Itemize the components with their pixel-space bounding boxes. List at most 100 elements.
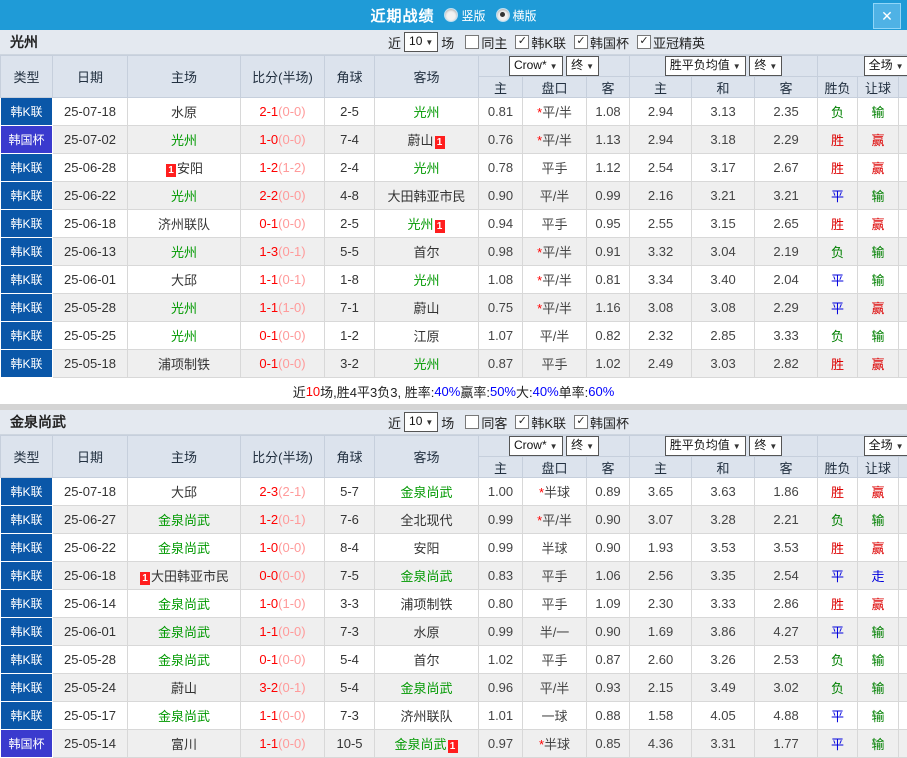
home-team-cell: 1安阳 [128,154,241,182]
avg-final-select-value: 终 [754,438,766,452]
close-button[interactable]: ✕ [873,3,901,29]
result-handicap: 输 [858,98,899,126]
team-label: 蔚山 [407,133,433,148]
odds-value: 平/半 [540,329,570,344]
result-handicap: 输 [858,702,899,730]
away-team-cell: 水原 [375,618,479,646]
scope-select[interactable]: 全场▼ [864,436,907,456]
home-team-cell: 金泉尚武 [128,506,241,534]
team-label: 首尔 [413,653,439,668]
halftime-score: (0-1) [278,680,305,695]
avg-draw-odds: 3.21 [692,182,755,210]
checkbox-checked-icon[interactable]: ✓ [574,415,588,429]
avg-home-odds: 2.32 [630,322,692,350]
avg-final-select[interactable]: 终▼ [749,436,782,456]
checkbox-checked-icon[interactable]: ✓ [574,35,588,49]
handicap-line: *半球 [523,730,587,758]
filters: 近10▼场同主✓韩K联✓韩国杯✓亚冠精英 [385,32,705,52]
sub-column-header: 盘口 [523,457,587,478]
handicap-final-select[interactable]: 终▼ [566,436,599,456]
dropdown-arrow-icon: ▼ [733,442,741,451]
filter-check-0[interactable]: 同主 [457,33,507,52]
summary-part: 单率: [559,382,589,401]
home-team-cell: 浦项制铁 [128,350,241,378]
odds-value: 0.83 [488,568,513,583]
sub-column-header: 主 [479,77,523,98]
team-label: 大田韩亚市民 [151,569,229,584]
avg-draw-odds: 2.85 [692,322,755,350]
column-header: 角球 [325,56,375,98]
odds-value: 1.09 [595,596,620,611]
result-wdl: 负 [818,506,858,534]
result-goals: 小 [899,618,907,646]
score-cell: 2-1(0-0) [241,98,325,126]
checkbox-checked-icon[interactable]: ✓ [637,35,651,49]
match-count-select[interactable]: 10▼ [404,412,438,432]
odds-value: 0.87 [595,652,620,667]
team-label: 光州 [171,245,197,260]
odds-value: 1.00 [488,484,513,499]
fulltime-score: 0-1 [259,356,278,371]
bookmaker-select[interactable]: Crow*▼ [509,56,563,76]
column-header: 角球 [325,436,375,478]
result-handicap: 赢 [858,294,899,322]
checkbox-checked-icon[interactable]: ✓ [515,415,529,429]
avg-away-odds: 3.02 [755,674,818,702]
filter-check-2[interactable]: ✓韩国杯 [566,413,629,432]
avg-odds-select[interactable]: 胜平负均值▼ [665,436,746,456]
home-team-cell: 蔚山 [128,674,241,702]
avg-odds-select[interactable]: 胜平负均值▼ [665,56,746,76]
bookmaker-select[interactable]: Crow*▼ [509,436,563,456]
home-team-cell: 1大田韩亚市民 [128,562,241,590]
odds-value: 0.81 [488,104,513,119]
team-label: 大邱 [171,273,197,288]
dropdown-arrow-icon: ▼ [769,62,777,71]
avg-draw-odds: 3.53 [692,534,755,562]
corners-cell: 7-1 [325,294,375,322]
odds-value: 1.12 [595,160,620,175]
avg-final-select[interactable]: 终▼ [749,56,782,76]
filter-check-1[interactable]: ✓韩K联 [507,413,566,432]
filter-check-label: 同主 [481,33,507,52]
team-label: 江原 [413,329,439,344]
handicap-home-odds: 0.75 [479,294,523,322]
result-handicap: 赢 [858,534,899,562]
layout-option-vertical[interactable]: 竖版 [444,7,485,24]
filter-check-3[interactable]: ✓亚冠精英 [629,33,705,52]
avg-draw-odds: 3.33 [692,590,755,618]
checkbox-unchecked-icon[interactable] [465,35,479,49]
avg-draw-odds: 3.28 [692,506,755,534]
odds-value: 1.08 [595,104,620,119]
bookmaker-select-value: Crow* [514,438,547,452]
team-label: 金泉尚武 [394,737,446,752]
avg-odds-select-value: 胜平负均值 [670,438,730,452]
filter-check-label: 同客 [481,413,507,432]
layout-option-horizontal[interactable]: 横版 [496,7,537,24]
away-team-cell: 金泉尚武 [375,478,479,506]
date-cell: 25-05-28 [53,294,128,322]
odds-value: 0.91 [595,244,620,259]
radio-vertical-icon[interactable] [444,8,458,22]
filter-check-0[interactable]: 同客 [457,413,507,432]
filter-check-2[interactable]: ✓韩国杯 [566,33,629,52]
scope-select[interactable]: 全场▼ [864,56,907,76]
match-row: 韩K联25-05-18浦项制铁0-1(0-0)3-2光州0.87平手1.022.… [1,350,907,378]
handicap-line: *平/半 [523,126,587,154]
dropdown-arrow-icon: ▼ [586,442,594,451]
filter-check-1[interactable]: ✓韩K联 [507,33,566,52]
avg-draw-odds: 3.13 [692,98,755,126]
halftime-score: (0-0) [278,356,305,371]
home-team-cell: 大邱 [128,266,241,294]
column-header: 比分(半场) [241,436,325,478]
handicap-home-odds: 1.01 [479,702,523,730]
league-cell: 韩K联 [1,646,53,674]
panel-title: 近期战绩 [370,5,434,26]
league-cell: 韩K联 [1,294,53,322]
checkbox-unchecked-icon[interactable] [465,415,479,429]
halftime-score: (0-1) [278,244,305,259]
odds-value: 平手 [541,597,567,612]
checkbox-checked-icon[interactable]: ✓ [515,35,529,49]
match-count-select[interactable]: 10▼ [404,32,438,52]
handicap-final-select[interactable]: 终▼ [566,56,599,76]
radio-horizontal-icon[interactable] [496,8,510,22]
